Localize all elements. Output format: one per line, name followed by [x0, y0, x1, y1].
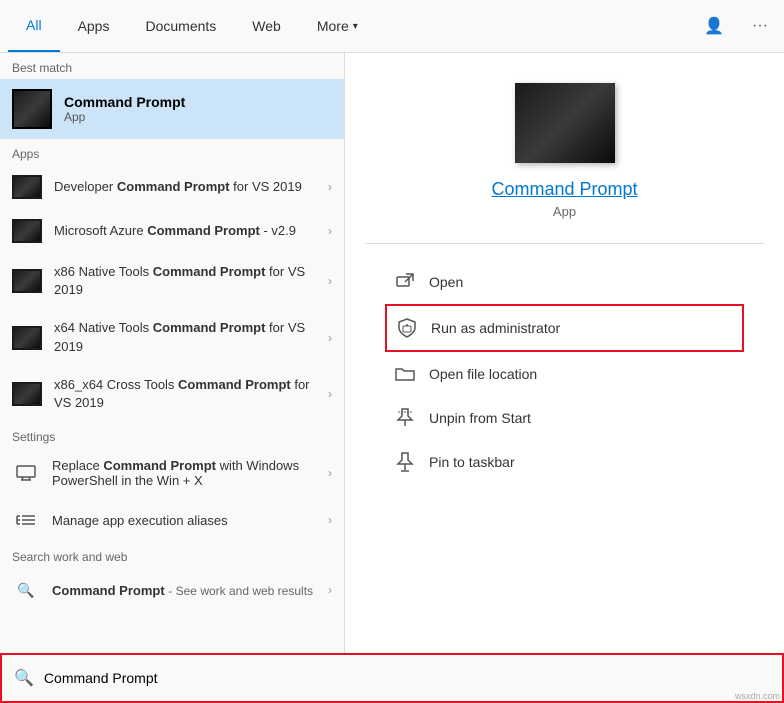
list-icon [12, 508, 40, 532]
app-item-text: Developer Command Prompt for VS 2019 [54, 178, 328, 196]
unpin-start-label: Unpin from Start [429, 410, 531, 426]
best-match-title: Command Prompt [64, 94, 185, 110]
search-input[interactable] [44, 670, 770, 686]
cmd-icon [12, 175, 42, 199]
nav-tabs: All Apps Documents Web More ▾ [8, 0, 376, 52]
cmd-icon [12, 326, 42, 350]
divider [365, 243, 764, 244]
action-list: Open Run as administrator [365, 260, 764, 484]
chevron-right-icon: › [328, 331, 332, 345]
settings-section-label: Settings [0, 422, 344, 448]
app-preview-subtitle: App [553, 204, 576, 219]
monitor-icon [12, 461, 40, 485]
tab-web[interactable]: Web [234, 0, 299, 52]
app-item-text: x86_x64 Cross Tools Command Prompt for V… [54, 376, 328, 412]
open-file-location-label: Open file location [429, 366, 537, 382]
unpin-start-action[interactable]: Unpin from Start [385, 396, 744, 440]
cmd-icon [12, 219, 42, 243]
best-match-subtitle: App [64, 110, 185, 124]
list-item[interactable]: 🔍 Command Prompt - See work and web resu… [0, 568, 344, 612]
list-item[interactable]: Microsoft Azure Command Prompt - v2.9 › [0, 209, 344, 253]
chevron-right-icon: › [328, 180, 332, 194]
right-panel: Command Prompt App Open [345, 53, 784, 653]
open-label: Open [429, 274, 463, 290]
left-panel: Best match Command Prompt App Apps Devel… [0, 53, 345, 653]
app-item-text: x64 Native Tools Command Prompt for VS 2… [54, 319, 328, 355]
chevron-right-icon: › [328, 583, 332, 597]
apps-section-label: Apps [0, 139, 344, 165]
list-item[interactable]: Replace Command Prompt with Windows Powe… [0, 448, 344, 498]
watermark: wsxdn.com [735, 691, 780, 701]
app-item-text: Microsoft Azure Command Prompt - v2.9 [54, 222, 328, 240]
tab-documents[interactable]: Documents [127, 0, 234, 52]
list-item[interactable]: x86_x64 Cross Tools Command Prompt for V… [0, 366, 344, 422]
best-match-item[interactable]: Command Prompt App [0, 79, 344, 139]
open-icon [393, 270, 417, 294]
chevron-right-icon: › [328, 224, 332, 238]
settings-item-text: Replace Command Prompt with Windows Powe… [52, 458, 328, 488]
main-container: Best match Command Prompt App Apps Devel… [0, 53, 784, 653]
chevron-right-icon: › [328, 387, 332, 401]
settings-item-text: Manage app execution aliases [52, 513, 328, 528]
app-preview-title: Command Prompt [491, 179, 637, 200]
search-icon: 🔍 [14, 668, 34, 688]
more-options-icon[interactable]: ··· [744, 13, 776, 39]
list-item[interactable]: x64 Native Tools Command Prompt for VS 2… [0, 309, 344, 365]
search-icon: 🔍 [12, 578, 40, 602]
chevron-right-icon: › [328, 274, 332, 288]
pin-taskbar-action[interactable]: Pin to taskbar [385, 440, 744, 484]
open-action[interactable]: Open [385, 260, 744, 304]
tab-all[interactable]: All [8, 0, 60, 52]
unpin-icon [393, 406, 417, 430]
shield-icon [395, 316, 419, 340]
pin-taskbar-label: Pin to taskbar [429, 454, 515, 470]
tab-apps[interactable]: Apps [60, 0, 128, 52]
app-item-text: x86 Native Tools Command Prompt for VS 2… [54, 263, 328, 299]
best-match-label: Best match [0, 53, 344, 79]
list-item[interactable]: x86 Native Tools Command Prompt for VS 2… [0, 253, 344, 309]
chevron-down-icon: ▾ [353, 21, 358, 32]
top-nav: All Apps Documents Web More ▾ 👤 ··· [0, 0, 784, 53]
list-item[interactable]: Developer Command Prompt for VS 2019 › [0, 165, 344, 209]
nav-right-icons: 👤 ··· [696, 12, 776, 40]
web-section-label: Search work and web [0, 542, 344, 568]
folder-icon [393, 362, 417, 386]
cmd-icon [12, 269, 42, 293]
person-icon[interactable]: 👤 [696, 12, 732, 40]
chevron-right-icon: › [328, 466, 332, 480]
chevron-right-icon: › [328, 513, 332, 527]
cmd-icon [12, 382, 42, 406]
best-match-app-icon [12, 89, 52, 129]
app-preview-icon [515, 83, 615, 163]
pin-taskbar-icon [393, 450, 417, 474]
list-item[interactable]: Manage app execution aliases › [0, 498, 344, 542]
open-file-location-action[interactable]: Open file location [385, 352, 744, 396]
search-bar: 🔍 [0, 653, 784, 703]
run-as-admin-label: Run as administrator [431, 320, 560, 336]
tab-more[interactable]: More ▾ [299, 0, 376, 52]
web-item-text: Command Prompt - See work and web result… [52, 583, 328, 598]
run-as-admin-action[interactable]: Run as administrator [385, 304, 744, 352]
